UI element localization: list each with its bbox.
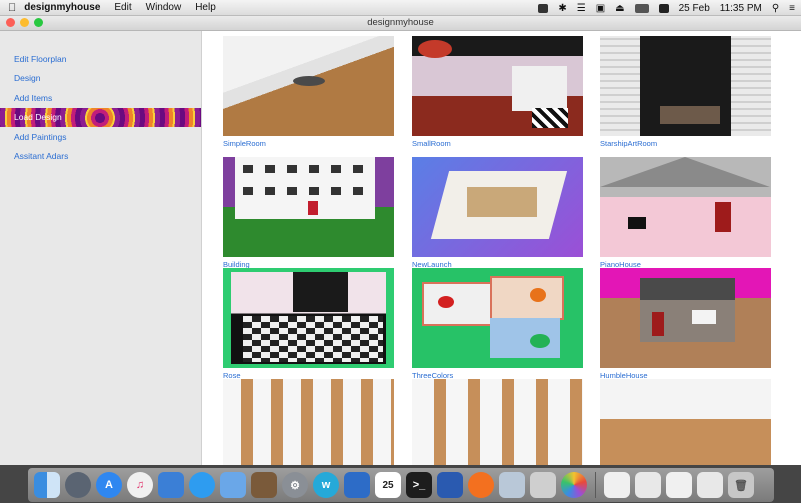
xcode-icon[interactable] [158, 472, 184, 498]
design-label[interactable]: SimpleRoom [223, 138, 394, 150]
terminal-icon[interactable]: >_ [406, 472, 432, 498]
photos-icon[interactable] [499, 472, 525, 498]
sidebar-item-load-design[interactable]: Load Design [0, 108, 201, 127]
design-card-starshipartroom[interactable]: StarshipArtRoom [600, 36, 771, 150]
input-source-icon[interactable] [658, 3, 669, 13]
airplay-icon[interactable]: ▣ [596, 3, 605, 14]
visual-studio-icon[interactable] [437, 472, 463, 498]
design-card-building[interactable]: Building [223, 157, 394, 271]
menu-edit[interactable]: Edit [114, 2, 131, 13]
trash-icon[interactable]: 🗑 [728, 472, 754, 498]
menu-bar:  designmyhouse Edit Window Help ✱ ☰ ▣ ⏏… [0, 0, 801, 16]
apple-menu-icon[interactable]:  [8, 2, 16, 14]
design-thumbnail[interactable] [600, 157, 771, 257]
document-icon-3[interactable] [666, 472, 692, 498]
sidebar-item-add-items[interactable]: Add Items [0, 89, 201, 108]
window-title: designmyhouse [367, 17, 434, 28]
window-titlebar: designmyhouse [0, 16, 801, 31]
document-icon-1[interactable] [604, 472, 630, 498]
firefox-icon[interactable] [468, 472, 494, 498]
document-icon-2[interactable] [635, 472, 661, 498]
music-icon[interactable]: ♫ [127, 472, 153, 498]
sidebar-item-assistant[interactable]: Assitant Adars [0, 147, 201, 166]
menu-window[interactable]: Window [146, 2, 182, 13]
word-icon[interactable]: w [313, 472, 339, 498]
document-icon-4[interactable] [697, 472, 723, 498]
photos-app-icon[interactable] [561, 472, 587, 498]
design-thumbnail[interactable] [600, 36, 771, 136]
design-gallery: SimpleRoom SmallRoom StarshipArtRoom Bui… [202, 31, 801, 465]
design-thumbnail[interactable] [600, 379, 771, 465]
battery-icon[interactable] [634, 3, 649, 13]
design-label[interactable]: SmallRoom [412, 138, 583, 150]
design-card-pianohouse[interactable]: PianoHouse [600, 157, 771, 271]
finder-icon[interactable] [34, 472, 60, 498]
design-card-newlaunch[interactable]: NewLaunch [412, 157, 583, 271]
design-thumbnail[interactable] [412, 157, 583, 257]
minimize-window-button[interactable] [20, 18, 29, 27]
menubar-date[interactable]: 25 Feb [679, 3, 710, 14]
sidebar: Edit Floorplan Design Add Items Load Des… [0, 31, 202, 465]
design-card-rose[interactable]: Rose [223, 268, 394, 382]
sidebar-item-add-paintings[interactable]: Add Paintings [0, 128, 201, 147]
xcode-instruments-icon[interactable] [251, 472, 277, 498]
design-card-floorplan-3[interactable] [600, 379, 771, 465]
design-thumbnail[interactable] [412, 36, 583, 136]
app-store-icon[interactable]: A [96, 472, 122, 498]
close-window-button[interactable] [6, 18, 15, 27]
menu-app-name[interactable]: designmyhouse [24, 2, 100, 13]
design-card-humblehouse[interactable]: HumbleHouse [600, 268, 771, 382]
keynote-icon[interactable] [344, 472, 370, 498]
sidebar-item-design[interactable]: Design [0, 69, 201, 88]
design-label[interactable]: StarshipArtRoom [600, 138, 771, 150]
dock-separator [595, 472, 596, 498]
design-thumbnail[interactable] [223, 268, 394, 368]
design-thumbnail[interactable] [600, 268, 771, 368]
safari-icon[interactable] [189, 472, 215, 498]
sidebar-item-edit-floorplan[interactable]: Edit Floorplan [0, 50, 201, 69]
design-card-floorplan-2[interactable] [412, 379, 583, 465]
design-thumbnail[interactable] [223, 36, 394, 136]
menu-help[interactable]: Help [195, 2, 216, 13]
design-thumbnail[interactable] [223, 379, 394, 465]
design-thumbnail[interactable] [412, 268, 583, 368]
bluetooth-icon[interactable]: ✱ [558, 3, 566, 14]
design-card-simpleroom[interactable]: SimpleRoom [223, 36, 394, 150]
design-card-floorplan-1[interactable] [223, 379, 394, 465]
app-icon[interactable] [530, 472, 556, 498]
wifi-icon[interactable]: ☰ [577, 3, 586, 14]
design-card-smallroom[interactable]: SmallRoom [412, 36, 583, 150]
system-preferences-icon[interactable]: ⚙ [282, 472, 308, 498]
dock: A ♫ ⚙ w 25 >_ 🗑 [0, 465, 801, 503]
fullscreen-window-button[interactable] [34, 18, 43, 27]
design-thumbnail[interactable] [223, 157, 394, 257]
app-window: designmyhouse Edit Floorplan Design Add … [0, 16, 801, 465]
cloud-status-icon[interactable] [538, 3, 549, 13]
calendar-icon[interactable]: 25 [375, 472, 401, 498]
launchpad-icon[interactable] [65, 472, 91, 498]
eject-icon[interactable]: ⏏ [615, 3, 624, 14]
dock-bar: A ♫ ⚙ w 25 >_ 🗑 [28, 468, 774, 502]
preview-icon[interactable] [220, 472, 246, 498]
design-card-threecolors[interactable]: ThreeColors [412, 268, 583, 382]
menubar-time[interactable]: 11:35 PM [720, 3, 762, 14]
design-thumbnail[interactable] [412, 379, 583, 465]
search-icon[interactable]: ⚲ [772, 3, 779, 14]
notification-center-icon[interactable]: ≡ [789, 3, 795, 14]
